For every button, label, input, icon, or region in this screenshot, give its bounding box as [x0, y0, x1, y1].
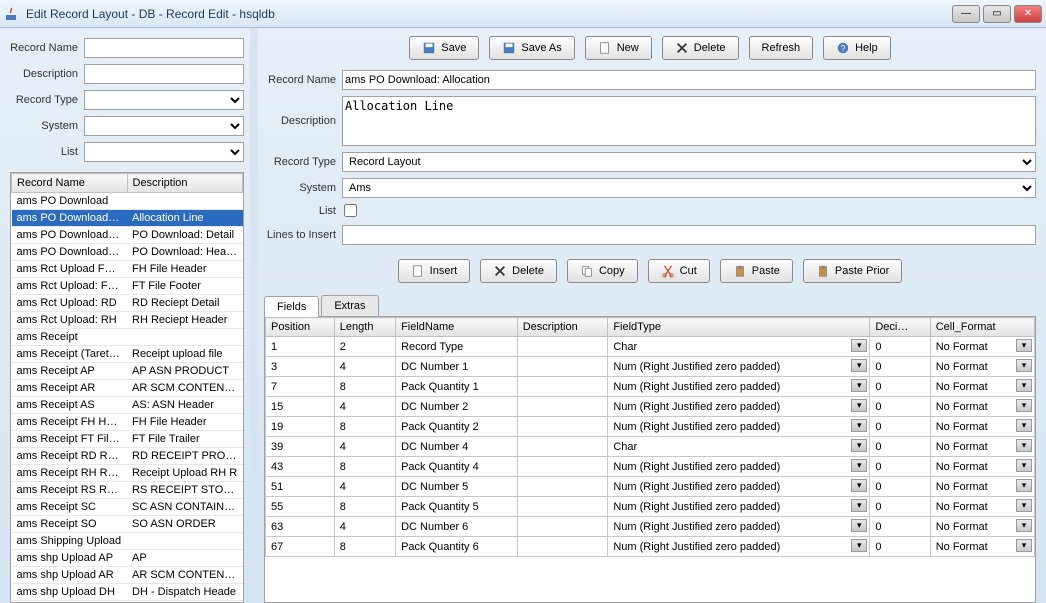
table-row[interactable]: 34DC Number 1Num (Right Justified zero p…	[266, 357, 1035, 377]
list-item[interactable]: ams Receipt ASAS: ASN Header	[12, 397, 243, 414]
fields-grid[interactable]: PositionLengthFieldNameDescriptionFieldT…	[264, 317, 1036, 603]
table-row[interactable]: 678Pack Quantity 6Num (Right Justified z…	[266, 537, 1035, 557]
main-toolbar: Save Save As New Delete Refresh ?Help	[264, 36, 1036, 60]
table-row[interactable]: 198Pack Quantity 2Num (Right Justified z…	[266, 417, 1035, 437]
list-item[interactable]: ams Receipt FT File …FT File Trailer	[12, 431, 243, 448]
list-item[interactable]: ams Receipt ARAR SCM CONTENTS C	[12, 380, 243, 397]
list-item[interactable]: ams PO Download: …PO Download: Detail	[12, 227, 243, 244]
filter-description[interactable]	[84, 64, 244, 84]
detail-form: Record Name DescriptionAllocation Line R…	[264, 70, 1036, 251]
window-title: Edit Record Layout - DB - Record Edit - …	[26, 7, 949, 21]
detail-label: Record Name	[264, 74, 342, 86]
col-header[interactable]: FieldType	[608, 318, 870, 337]
list-item[interactable]: ams Rct Upload: FT…FT File Footer	[12, 278, 243, 295]
row-toolbar: Insert Delete Copy Cut Paste Paste Prior	[264, 259, 1036, 283]
close-button[interactable]: ✕	[1014, 5, 1042, 23]
list-item[interactable]: ams Receipt APAP ASN PRODUCT	[12, 363, 243, 380]
java-icon	[4, 6, 20, 22]
table-row[interactable]: 78Pack Quantity 1Num (Right Justified ze…	[266, 377, 1035, 397]
table-row[interactable]: 514DC Number 5Num (Right Justified zero …	[266, 477, 1035, 497]
save-as-button[interactable]: Save As	[489, 36, 574, 60]
system-select[interactable]: Ams	[342, 178, 1036, 198]
table-row[interactable]: 12Record TypeChar0No Format	[266, 337, 1035, 357]
record-list[interactable]: Record Name Description ams PO Downloada…	[10, 172, 244, 603]
list-item[interactable]: ams Receipt SCSC ASN CONTAINER	[12, 499, 243, 516]
list-item[interactable]: ams Receipt	[12, 329, 243, 346]
detail-label: List	[264, 205, 342, 217]
table-row[interactable]: 154DC Number 2Num (Right Justified zero …	[266, 397, 1035, 417]
col-header[interactable]: Length	[334, 318, 395, 337]
svg-text:?: ?	[841, 44, 846, 54]
col-header[interactable]: Cell_Format	[930, 318, 1034, 337]
left-panel: Record Name Description Record Type Syst…	[0, 28, 250, 603]
cut-button[interactable]: Cut	[648, 259, 710, 283]
filter-list[interactable]	[84, 142, 244, 162]
table-row[interactable]: 438Pack Quantity 4Num (Right Justified z…	[266, 457, 1035, 477]
table-row[interactable]: 394DC Number 4Char0No Format	[266, 437, 1035, 457]
filter-label: System	[10, 120, 84, 132]
filter-label: List	[10, 146, 84, 158]
help-button[interactable]: ?Help	[823, 36, 891, 60]
table-row[interactable]: 634DC Number 6Num (Right Justified zero …	[266, 517, 1035, 537]
new-button[interactable]: New	[585, 36, 652, 60]
list-item[interactable]: ams Rct Upload: RHRH Reciept Header	[12, 312, 243, 329]
col-header[interactable]: Description	[127, 174, 243, 193]
delete-button[interactable]: Delete	[662, 36, 739, 60]
filter-label: Description	[10, 68, 84, 80]
list-checkbox[interactable]	[344, 204, 357, 217]
detail-label: Lines to Insert	[264, 229, 342, 241]
description-field[interactable]: Allocation Line	[342, 96, 1036, 146]
list-item[interactable]: ams Receipt SOSO ASN ORDER	[12, 516, 243, 533]
right-panel: Save Save As New Delete Refresh ?Help Re…	[258, 28, 1046, 603]
tab-extras[interactable]: Extras	[321, 295, 378, 316]
list-item[interactable]: ams Receipt RH Re…Receipt Upload RH R	[12, 465, 243, 482]
detail-label: Record Type	[264, 156, 342, 168]
list-item[interactable]: ams Receipt RS Rec…RS RECEIPT STORE A	[12, 482, 243, 499]
save-button[interactable]: Save	[409, 36, 479, 60]
col-header[interactable]: Description	[517, 318, 608, 337]
list-item[interactable]: ams shp Upload ARAR SCM CONTENTS C	[12, 567, 243, 584]
table-row[interactable]: 558Pack Quantity 5Num (Right Justified z…	[266, 497, 1035, 517]
list-item[interactable]: ams Receipt RD Re…RD RECEIPT PRODUC	[12, 448, 243, 465]
list-item[interactable]: ams Rct Upload: RDRD Reciept Detail	[12, 295, 243, 312]
paste-button[interactable]: Paste	[720, 259, 793, 283]
col-header[interactable]: Position	[266, 318, 335, 337]
list-item[interactable]: ams Receipt (Taret …Receipt upload file	[12, 346, 243, 363]
record-name-field[interactable]	[342, 70, 1036, 90]
filter-label: Record Name	[10, 42, 84, 54]
tab-fields[interactable]: Fields	[264, 296, 319, 317]
filter-label: Record Type	[10, 94, 84, 106]
list-item[interactable]: ams shp Upload DHDH - Dispatch Heade	[12, 584, 243, 601]
col-header[interactable]: Deci…	[870, 318, 930, 337]
insert-button[interactable]: Insert	[398, 259, 471, 283]
col-header[interactable]: FieldName	[396, 318, 518, 337]
detail-label: System	[264, 182, 342, 194]
list-item[interactable]: ams Rct Upload FH …FH File Header	[12, 261, 243, 278]
list-item[interactable]: ams PO Download: …PO Download: Heade	[12, 244, 243, 261]
list-item[interactable]: ams PO Download: …Allocation Line	[12, 210, 243, 227]
list-item[interactable]: ams PO Download	[12, 193, 243, 210]
minimize-button[interactable]: —	[952, 5, 980, 23]
list-item[interactable]: ams Receipt FH He…FH File Header	[12, 414, 243, 431]
splitter[interactable]	[250, 28, 258, 603]
refresh-button[interactable]: Refresh	[749, 36, 814, 60]
paste-prior-button[interactable]: Paste Prior	[803, 259, 902, 283]
list-item[interactable]: ams shp Upload APAP	[12, 550, 243, 567]
record-type-select[interactable]: Record Layout	[342, 152, 1036, 172]
maximize-button[interactable]: ▭	[983, 5, 1011, 23]
filter-record-name[interactable]	[84, 38, 244, 58]
filter-system[interactable]	[84, 116, 244, 136]
detail-label: Description	[264, 115, 342, 127]
lines-to-insert-field[interactable]	[342, 225, 1036, 245]
row-delete-button[interactable]: Delete	[480, 259, 557, 283]
title-bar: Edit Record Layout - DB - Record Edit - …	[0, 0, 1046, 28]
list-item[interactable]: ams Shipping Upload	[12, 533, 243, 550]
filter-record-type[interactable]	[84, 90, 244, 110]
col-header[interactable]: Record Name	[12, 174, 128, 193]
tabs: Fields Extras	[264, 295, 1036, 317]
copy-button[interactable]: Copy	[567, 259, 638, 283]
